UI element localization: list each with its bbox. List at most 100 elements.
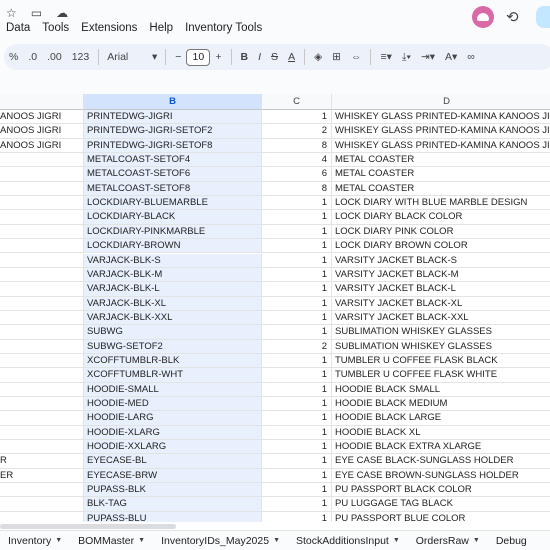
- cell-a[interactable]: [0, 210, 84, 224]
- cell-c[interactable]: 8: [262, 181, 332, 196]
- cell-b[interactable]: PUPASS-BLK: [84, 483, 262, 497]
- cell-c[interactable]: 1: [262, 497, 332, 511]
- cell-a[interactable]: [0, 425, 84, 440]
- increase-decimal-button[interactable]: .00: [42, 51, 67, 63]
- cell-a[interactable]: [0, 511, 84, 522]
- cell-b[interactable]: EYECASE-BRW: [84, 468, 262, 483]
- cell-d[interactable]: WHISKEY GLASS PRINTED-KAMINA KANOOS JIGR…: [332, 139, 550, 152]
- cloud-status-icon[interactable]: ☁: [56, 6, 68, 20]
- cell-b[interactable]: PRINTEDWG-JIGRI-SETOF2: [84, 124, 262, 138]
- cell-a[interactable]: [0, 382, 84, 396]
- bold-button[interactable]: B: [236, 51, 254, 63]
- cell-d[interactable]: VARSITY JACKET BLACK-XXL: [332, 311, 550, 324]
- horizontal-scrollbar[interactable]: [0, 522, 550, 530]
- increase-font-size-button[interactable]: +: [210, 51, 226, 63]
- cell-b[interactable]: VARJACK-BLK-M: [84, 267, 262, 282]
- cell-a[interactable]: [0, 353, 84, 368]
- cell-d[interactable]: SUBLIMATION WHISKEY GLASSES: [332, 325, 550, 338]
- cell-b[interactable]: LOCKDIARY-BROWN: [84, 239, 262, 253]
- cell-b[interactable]: VARJACK-BLK-S: [84, 253, 262, 267]
- cell-a[interactable]: [0, 167, 84, 181]
- cell-b[interactable]: SUBWG-SETOF2: [84, 339, 262, 353]
- cell-b[interactable]: VARJACK-BLK-L: [84, 282, 262, 296]
- cell-d[interactable]: VARSITY JACKET BLACK-M: [332, 268, 550, 281]
- cell-a[interactable]: [0, 368, 84, 382]
- cell-c[interactable]: 8: [262, 138, 332, 153]
- cell-c[interactable]: 1: [262, 468, 332, 483]
- cell-a[interactable]: ER: [0, 468, 84, 483]
- cell-a[interactable]: [0, 267, 84, 282]
- version-history-icon[interactable]: ⟲: [506, 8, 519, 26]
- tab-stockadditionsinput[interactable]: StockAdditionsInput ▼: [288, 535, 408, 547]
- cell-c[interactable]: 1: [262, 454, 332, 468]
- text-rotation-icon[interactable]: A▾: [440, 51, 462, 63]
- cell-b[interactable]: LOCKDIARY-BLUEMARBLE: [84, 196, 262, 210]
- cell-a[interactable]: [0, 282, 84, 296]
- cell-b[interactable]: LOCKDIARY-BLACK: [84, 210, 262, 224]
- cell-b[interactable]: EYECASE-BL: [84, 454, 262, 468]
- cell-c[interactable]: 1: [262, 440, 332, 454]
- cell-b[interactable]: PUPASS-BLU: [84, 511, 262, 522]
- cell-c[interactable]: 1: [262, 397, 332, 411]
- cell-a[interactable]: [0, 253, 84, 267]
- cell-d[interactable]: TUMBLER U COFFEE FLASK WHITE: [332, 368, 550, 381]
- vertical-align-icon[interactable]: ⤓▾: [397, 51, 416, 64]
- spreadsheet-grid[interactable]: B C D ANOOS JIGRI PRINTEDWG-JIGRI 1 WHISKEY…: [0, 94, 550, 522]
- cell-c[interactable]: 1: [262, 196, 332, 210]
- cell-c[interactable]: 6: [262, 167, 332, 181]
- column-header-b[interactable]: B: [84, 94, 262, 110]
- cell-c[interactable]: 1: [262, 267, 332, 282]
- cell-c[interactable]: 2: [262, 339, 332, 353]
- column-header-d[interactable]: D: [332, 94, 550, 110]
- tab-inventoryids-may2025[interactable]: InventoryIDs_May2025 ▼: [153, 535, 288, 547]
- cell-d[interactable]: HOODIE BLACK MEDIUM: [332, 397, 550, 410]
- cell-c[interactable]: 1: [262, 325, 332, 339]
- cell-d[interactable]: EYE CASE BLACK-SUNGLASS HOLDER: [332, 454, 550, 467]
- strikethrough-button[interactable]: S: [266, 51, 283, 63]
- cell-c[interactable]: 1: [262, 253, 332, 267]
- cell-c[interactable]: 1: [262, 511, 332, 522]
- cell-d[interactable]: WHISKEY GLASS PRINTED-KAMINA KANOOS JIGR…: [332, 124, 550, 137]
- cell-c[interactable]: 1: [262, 110, 332, 124]
- column-header-a[interactable]: [0, 94, 84, 110]
- cell-a[interactable]: [0, 310, 84, 325]
- cell-b[interactable]: VARJACK-BLK-XXL: [84, 310, 262, 325]
- cell-a[interactable]: [0, 483, 84, 497]
- cell-d[interactable]: HOODIE BLACK LARGE: [332, 411, 550, 424]
- cell-b[interactable]: BLK-TAG: [84, 497, 262, 511]
- cell-a[interactable]: [0, 224, 84, 239]
- cell-d[interactable]: LOCK DIARY BLACK COLOR: [332, 210, 550, 223]
- cell-b[interactable]: SUBWG: [84, 325, 262, 339]
- cell-b[interactable]: VARJACK-BLK-XL: [84, 296, 262, 310]
- cell-a[interactable]: [0, 411, 84, 425]
- cell-c[interactable]: 1: [262, 411, 332, 425]
- font-size-input[interactable]: 10: [186, 48, 211, 66]
- cell-d[interactable]: VARSITY JACKET BLACK-XL: [332, 297, 550, 310]
- scrollbar-thumb[interactable]: [0, 524, 176, 529]
- cell-c[interactable]: 1: [262, 382, 332, 396]
- cell-d[interactable]: HOODIE BLACK EXTRA XLARGE: [332, 440, 550, 453]
- menu-inventory-tools[interactable]: Inventory Tools: [185, 22, 262, 34]
- cell-c[interactable]: 1: [262, 368, 332, 382]
- cell-d[interactable]: VARSITY JACKET BLACK-L: [332, 282, 550, 295]
- cell-a[interactable]: [0, 339, 84, 353]
- tab-debug[interactable]: Debug: [488, 535, 535, 547]
- cell-b[interactable]: HOODIE-XXLARG: [84, 440, 262, 454]
- cell-d[interactable]: HOODIE BLACK SMALL: [332, 383, 550, 396]
- cell-b[interactable]: PRINTEDWG-JIGRI-SETOF8: [84, 138, 262, 153]
- cell-a[interactable]: ANOOS JIGRI: [0, 138, 84, 153]
- cell-c[interactable]: 1: [262, 310, 332, 325]
- menu-tools[interactable]: Tools: [42, 22, 69, 34]
- cell-b[interactable]: HOODIE-MED: [84, 397, 262, 411]
- cell-b[interactable]: METALCOAST-SETOF4: [84, 153, 262, 167]
- cell-b[interactable]: HOODIE-XLARG: [84, 425, 262, 440]
- move-folder-icon[interactable]: ▭: [31, 6, 42, 20]
- cell-a[interactable]: R: [0, 454, 84, 468]
- cell-a[interactable]: [0, 397, 84, 411]
- italic-button[interactable]: I: [253, 51, 266, 63]
- share-button[interactable]: [536, 6, 550, 28]
- gemini-avatar-icon[interactable]: [472, 6, 494, 28]
- cell-a[interactable]: ANOOS JIGRI: [0, 110, 84, 124]
- cell-c[interactable]: 2: [262, 124, 332, 138]
- cell-c[interactable]: 1: [262, 282, 332, 296]
